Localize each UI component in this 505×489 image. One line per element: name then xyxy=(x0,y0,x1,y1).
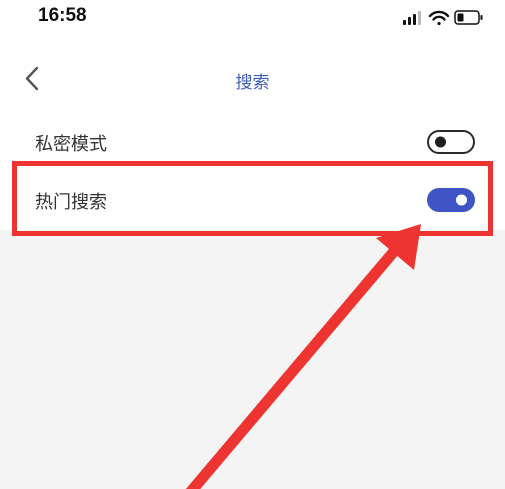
toggle-knob xyxy=(435,136,446,148)
battery-icon xyxy=(454,10,483,25)
settings-list: 私密模式 热门搜索 xyxy=(0,114,505,230)
wifi-icon xyxy=(428,10,450,26)
app-screen: 16:58 搜索 私密模式 热门搜索 xyxy=(0,0,505,489)
toggle-knob xyxy=(456,194,467,206)
status-bar: 16:58 xyxy=(0,0,505,44)
private-mode-toggle[interactable] xyxy=(427,130,475,154)
status-time: 16:58 xyxy=(38,5,87,26)
status-icons xyxy=(403,8,485,28)
row-label-hot-search: 热门搜索 xyxy=(35,192,107,213)
row-label-private-mode: 私密模式 xyxy=(35,134,107,155)
settings-row-private-mode: 私密模式 xyxy=(0,114,505,172)
settings-row-hot-search: 热门搜索 xyxy=(0,172,505,230)
hot-search-toggle[interactable] xyxy=(427,188,475,212)
nav-bar: 搜索 xyxy=(0,44,505,114)
page-title: 搜索 xyxy=(235,73,270,93)
cellular-signal-icon xyxy=(403,11,421,25)
